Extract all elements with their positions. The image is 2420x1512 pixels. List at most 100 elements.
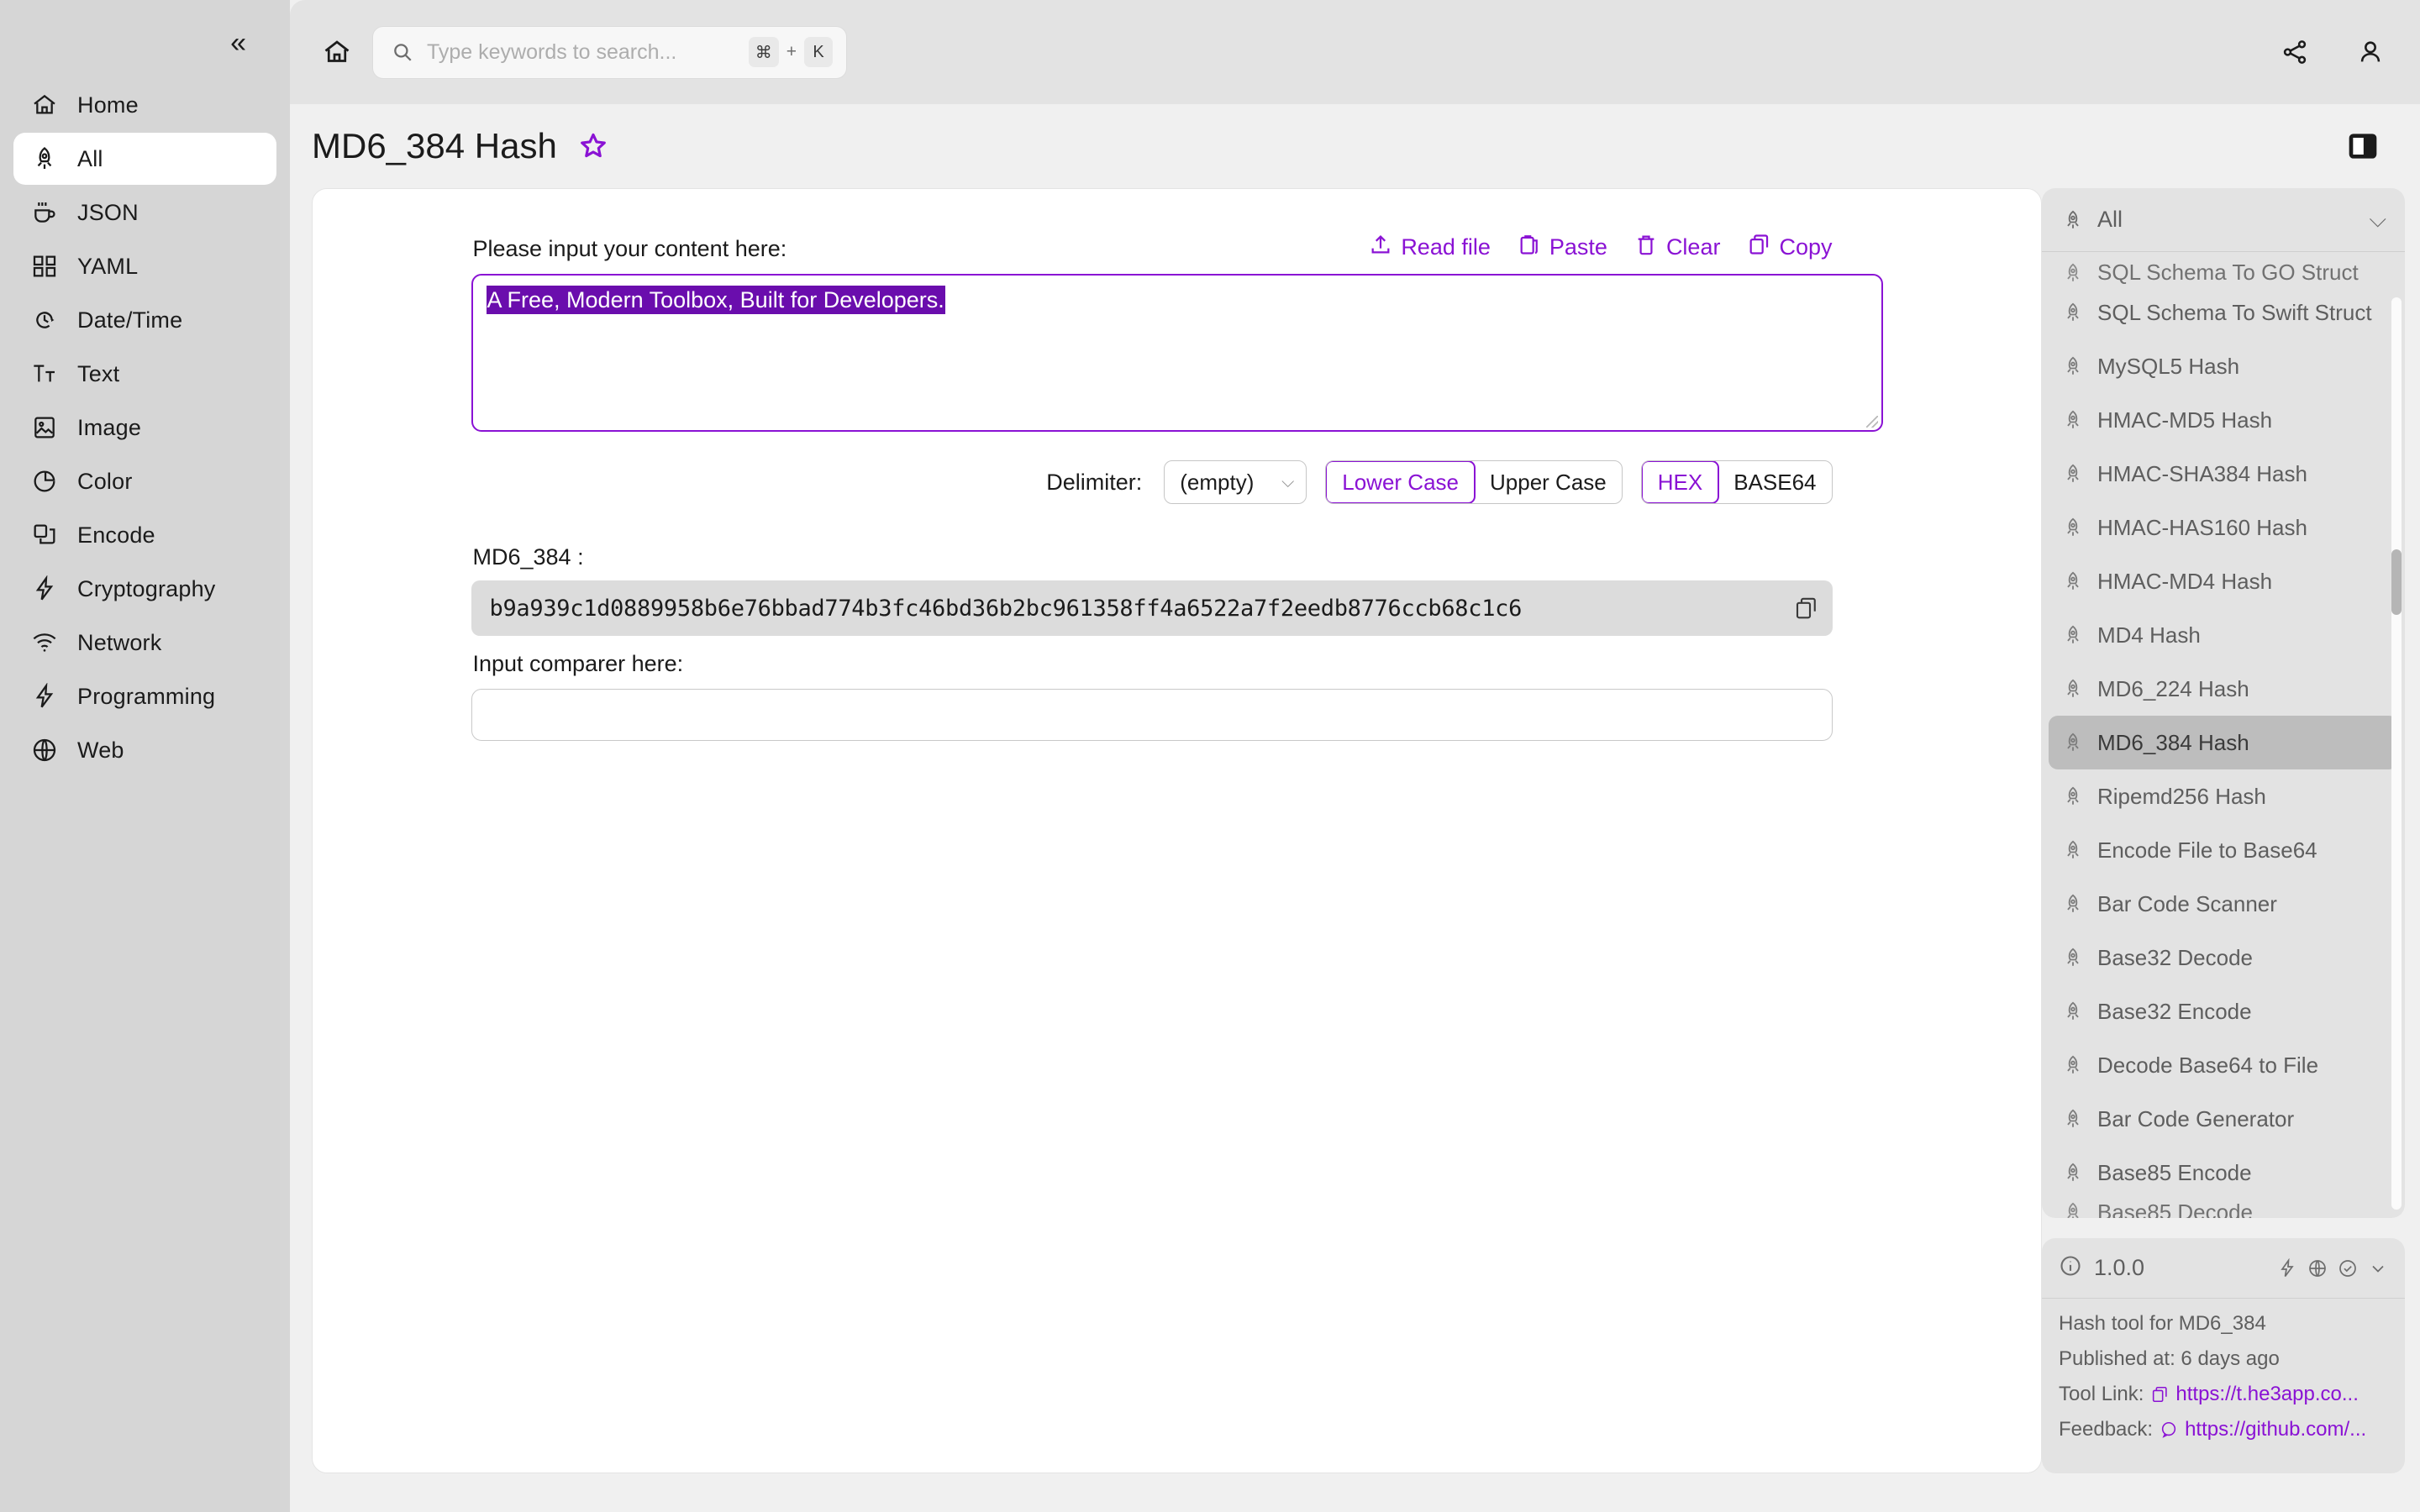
chat-icon (2161, 1421, 2176, 1438)
sidebar-item-date-time[interactable]: Date/Time (13, 294, 276, 346)
tool-list-item[interactable]: Bar Code Scanner (2049, 877, 2398, 931)
tool-link[interactable]: https://t.he3app.co... (2150, 1383, 2359, 1406)
paste-button[interactable]: Paste (1518, 233, 1607, 262)
rocket-icon (2060, 730, 2086, 755)
sidebar-item-color[interactable]: Color (13, 455, 276, 507)
tool-list-item[interactable]: HMAC-HAS160 Hash (2049, 501, 2398, 554)
tool-list-header[interactable]: All ⌵ (2042, 188, 2405, 252)
input-label-row: Please input your content here: Read fil… (471, 233, 1883, 262)
check-circle-icon (2339, 1259, 2356, 1277)
sidebar-item-all[interactable]: All (13, 133, 276, 185)
sidebar-panel-icon[interactable] (2344, 128, 2381, 165)
feedback-link[interactable]: https://github.com/... (2160, 1418, 2366, 1441)
sidebar-item-encode[interactable]: Encode (13, 509, 276, 561)
tool-list-item-label: Decode Base64 to File (2097, 1052, 2319, 1078)
read-file-button[interactable]: Read file (1369, 233, 1491, 262)
sidebar-item-label: Web (77, 737, 124, 763)
star-icon[interactable] (576, 129, 611, 164)
tool-list-item[interactable]: Base32 Decode (2049, 931, 2398, 984)
sidebar-item-yaml[interactable]: YAML (13, 240, 276, 292)
tool-list-item[interactable]: Ripemd256 Hash (2049, 769, 2398, 823)
clipboard-icon (1518, 233, 1541, 262)
sidebar-item-network[interactable]: Network (13, 617, 276, 669)
sidebar-item-text[interactable]: Text (13, 348, 276, 400)
encoding-option-hex[interactable]: HEX (1641, 461, 1720, 503)
action-label: Copy (1779, 234, 1833, 260)
rocket-icon (2060, 999, 2086, 1024)
info-circle-icon (2059, 1254, 2082, 1282)
search-input[interactable]: Type keywords to search... ⌘ + K (372, 25, 847, 79)
sidebar-item-programming[interactable]: Programming (13, 670, 276, 722)
share-icon[interactable] (2275, 33, 2314, 71)
sidebar-item-label: All (77, 145, 103, 171)
sidebar-item-label: Color (77, 468, 133, 494)
case-option-lower-case[interactable]: Lower Case (1326, 461, 1476, 503)
tool-list-item-label: Bar Code Generator (2097, 1105, 2295, 1131)
tool-list-item[interactable]: Bar Code Generator (2049, 1092, 2398, 1146)
output-label: MD6_384 : (472, 544, 584, 570)
left-sidebar: « Home All JSON YAML Date/Time Text Image Color… (0, 0, 290, 1512)
delimiter-value: (empty) (1180, 469, 1255, 495)
content-textarea[interactable]: A Free, Modern Toolbox, Built for Develo… (471, 274, 1883, 432)
encoding-option-base64[interactable]: BASE64 (1718, 461, 1831, 503)
delimiter-select[interactable]: (empty) ⌵ (1164, 460, 1307, 504)
scrollbar-thumb[interactable] (2391, 549, 2402, 615)
rocket-icon (2060, 515, 2086, 540)
case-toggle-group: Lower Case Upper Case (1325, 460, 1623, 504)
tool-list-item[interactable]: SQL Schema To Swift Struct (2049, 286, 2398, 339)
main-column: Type keywords to search... ⌘ + K MD6_384… (290, 0, 2420, 1512)
sidebar-item-label: Date/Time (77, 307, 183, 333)
tool-link-label: Tool Link: (2059, 1383, 2144, 1405)
tool-list-item-label: MD6_224 Hash (2097, 675, 2249, 701)
textarea-resize-handle[interactable] (1865, 416, 1878, 428)
encoding-toggle-group: HEX BASE64 (1640, 460, 1833, 504)
feedback-row: Feedback: https://github.com/... (2059, 1418, 2388, 1441)
copy-icon[interactable] (1791, 593, 1821, 623)
tool-list-item[interactable]: MD6_224 Hash (2049, 662, 2398, 716)
feedback-value: https://github.com/... (2185, 1418, 2367, 1441)
clock-icon (30, 306, 59, 334)
tool-list-item-label: Ripemd256 Hash (2097, 783, 2266, 809)
tool-list-item[interactable]: Base85 Encode (2049, 1146, 2398, 1200)
home-icon[interactable] (313, 29, 360, 76)
rocket-icon (2060, 622, 2086, 648)
tool-list-item[interactable]: HMAC-MD4 Hash (2049, 554, 2398, 608)
globe-icon (30, 736, 59, 764)
tool-list-item[interactable]: Decode Base64 to File (2049, 1038, 2398, 1092)
sidebar-item-image[interactable]: Image (13, 402, 276, 454)
sidebar-item-label: Network (77, 629, 162, 655)
top-bar: Type keywords to search... ⌘ + K (290, 0, 2420, 104)
tool-list-item[interactable]: Base85 Decode (2049, 1200, 2398, 1218)
rocket-icon (2060, 891, 2086, 916)
rocket-icon (2060, 837, 2086, 863)
user-icon[interactable] (2351, 33, 2390, 71)
tool-content-card: Please input your content here: Read fil… (312, 188, 2042, 1473)
tool-list-item[interactable]: Base32 Encode (2049, 984, 2398, 1038)
tool-link-row: Tool Link: https://t.he3app.co... (2059, 1383, 2388, 1406)
tool-wrapper: Please input your content here: Read fil… (471, 233, 1883, 741)
tool-list-item-label: HMAC-MD5 Hash (2097, 407, 2273, 433)
tool-list-item[interactable]: HMAC-MD5 Hash (2049, 393, 2398, 447)
copy-button[interactable]: Copy (1747, 233, 1833, 262)
clear-button[interactable]: Clear (1634, 233, 1720, 262)
tool-list-item[interactable]: MySQL5 Hash (2049, 339, 2398, 393)
tool-list-scrollbar[interactable] (2391, 297, 2402, 1210)
tool-list-item[interactable]: MD6_384 Hash (2049, 716, 2398, 769)
sidebar-item-home[interactable]: Home (13, 79, 276, 131)
chevron-down-icon[interactable]: ⌵ (2370, 207, 2386, 234)
sidebar-item-cryptography[interactable]: Cryptography (13, 563, 276, 615)
pie-chart-icon (30, 467, 59, 496)
hash-output-field[interactable]: b9a939c1d0889958b6e76bbad774b3fc46bd36b2… (471, 580, 1833, 636)
rocket-icon (2060, 676, 2086, 701)
tool-list-item[interactable]: HMAC-SHA384 Hash (2049, 447, 2398, 501)
tool-list-item[interactable]: MD4 Hash (2049, 608, 2398, 662)
tool-list-item[interactable]: Encode File to Base64 (2049, 823, 2398, 877)
case-option-upper-case[interactable]: Upper Case (1475, 461, 1622, 503)
sidebar-item-json[interactable]: JSON (13, 186, 276, 239)
rocket-icon (2060, 1160, 2086, 1185)
sidebar-item-web[interactable]: Web (13, 724, 276, 776)
collapse-sidebar-button[interactable]: « (230, 29, 246, 57)
comparer-input[interactable] (471, 689, 1833, 741)
tool-list: SQL Schema To GO Struct SQL Schema To Swi… (2042, 252, 2405, 1218)
tool-list-item[interactable]: SQL Schema To GO Struct (2049, 257, 2398, 286)
